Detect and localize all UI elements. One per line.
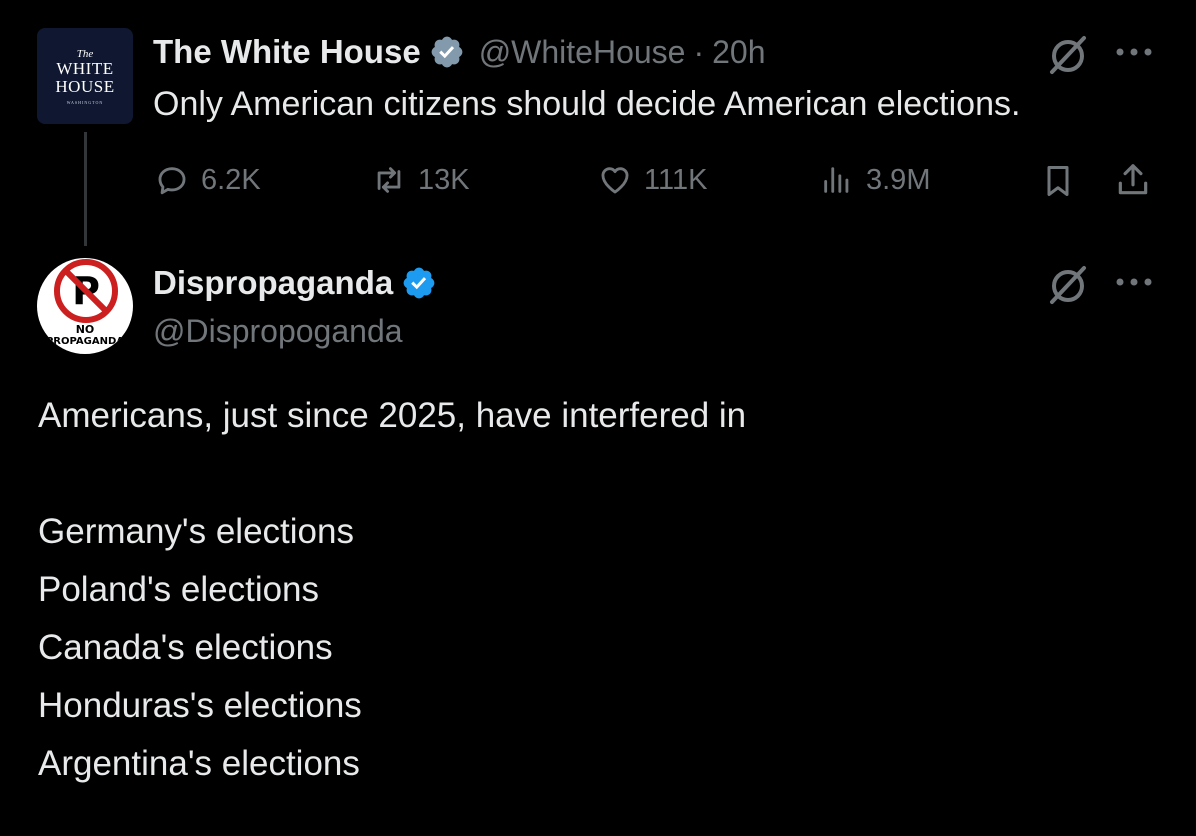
thread-connector-line xyxy=(84,132,87,246)
tweet-text: Only American citizens should decide Ame… xyxy=(153,85,1021,123)
grok-icon[interactable] xyxy=(1046,262,1090,306)
avatar-white-house[interactable]: The WHITE HOUSE WASHINGTON xyxy=(37,28,133,124)
more-icon[interactable] xyxy=(1114,44,1154,60)
avatar-text-house: HOUSE xyxy=(55,76,115,96)
verified-badge-blue-icon xyxy=(403,267,435,299)
avatar-text-the: The xyxy=(76,47,94,60)
author-handle[interactable]: @WhiteHouse xyxy=(479,32,686,72)
tweet-body-line: Honduras's elections xyxy=(38,686,362,725)
views-icon xyxy=(824,167,849,193)
tweet-header: The White House @WhiteHouse · 20h xyxy=(153,32,766,72)
avatar-text-propaganda: PROPAGANDA xyxy=(45,336,125,347)
author-name-2[interactable]: Dispropaganda xyxy=(153,263,393,303)
like-icon xyxy=(601,167,629,194)
avatar-dispropaganda[interactable]: P NO PROPAGANDA xyxy=(37,258,133,354)
author-handle-2[interactable]: @Dispropoganda xyxy=(153,311,403,351)
bookmark-icon[interactable] xyxy=(1040,162,1076,200)
avatar-text-washington: WASHINGTON xyxy=(66,99,104,105)
repost-icon xyxy=(377,167,401,193)
like-count: 111K xyxy=(644,164,708,196)
tweet-body-line: Canada's elections xyxy=(38,628,333,667)
avatar-text-no: NO xyxy=(75,323,95,336)
separator-dot: · xyxy=(693,34,705,70)
tweet-time[interactable]: 20h xyxy=(712,32,765,72)
tweet-body-line: Germany's elections xyxy=(38,512,354,551)
verified-badge-gray-icon xyxy=(431,36,463,68)
repost-count: 13K xyxy=(418,164,470,196)
reply-icon xyxy=(158,167,186,195)
share-icon[interactable] xyxy=(1114,160,1152,200)
grok-icon[interactable] xyxy=(1046,32,1090,76)
tweet-body-line: Argentina's elections xyxy=(38,744,360,783)
reply-button[interactable]: 6.2K xyxy=(155,162,261,198)
tweet-body-line: Poland's elections xyxy=(38,570,320,609)
views-button[interactable]: 3.9M xyxy=(820,162,930,198)
avatar-text-white: WHITE xyxy=(56,58,114,78)
tweet-header-2: Dispropaganda xyxy=(153,263,437,303)
tweet-body-line: Americans, just since 2025, have interfe… xyxy=(38,396,747,435)
views-count: 3.9M xyxy=(866,164,931,196)
repost-button[interactable]: 13K xyxy=(372,162,470,198)
like-button[interactable]: 111K xyxy=(598,162,707,198)
reply-count: 6.2K xyxy=(201,164,261,196)
more-icon[interactable] xyxy=(1114,274,1154,290)
author-name[interactable]: The White House xyxy=(153,32,421,72)
